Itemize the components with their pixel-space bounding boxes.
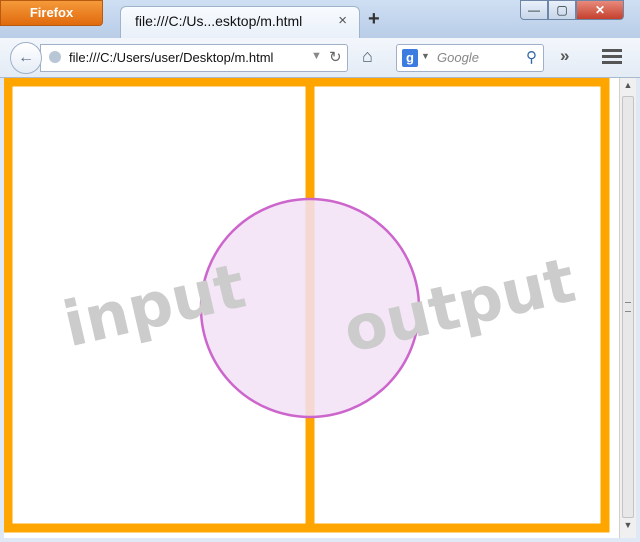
navigation-toolbar: file:///C:/Users/user/Desktop/m.html ▼ ↻… <box>0 38 640 78</box>
tab-close-icon[interactable]: × <box>338 12 347 29</box>
scroll-up-icon[interactable]: ▲ <box>620 80 636 96</box>
tab-current[interactable]: file:///C:/Us...esktop/m.html × <box>120 6 360 38</box>
title-bar: Firefox file:///C:/Us...esktop/m.html × … <box>0 0 640 38</box>
engine-dropdown-icon[interactable]: ▼ <box>421 51 430 61</box>
close-window-button[interactable]: ✕ <box>576 0 624 20</box>
history-dropdown-icon[interactable]: ▼ <box>311 50 322 62</box>
search-box[interactable]: g ▼ Google ⚲ <box>396 44 544 72</box>
home-icon[interactable]: ⌂ <box>362 46 373 67</box>
globe-icon <box>49 51 61 63</box>
url-bar[interactable]: file:///C:/Users/user/Desktop/m.html ▼ ↻ <box>40 44 348 72</box>
minimize-button[interactable]: — <box>520 0 548 20</box>
reload-icon[interactable]: ↻ <box>329 48 342 66</box>
new-tab-button[interactable]: + <box>368 8 380 31</box>
hamburger-menu-icon[interactable] <box>600 46 624 70</box>
maximize-button[interactable]: ▢ <box>548 0 576 20</box>
back-arrow-icon: ← <box>18 49 34 66</box>
firefox-menu-button[interactable]: Firefox <box>0 0 103 26</box>
bottom-edge <box>0 538 640 542</box>
grip-icon <box>625 302 631 312</box>
page-canvas: input output <box>4 78 610 533</box>
back-button[interactable]: ← <box>10 42 42 74</box>
magnifier-icon[interactable]: ⚲ <box>526 48 537 66</box>
page-content: input output <box>4 78 619 538</box>
scroll-down-icon[interactable]: ▼ <box>620 520 636 536</box>
tab-title: file:///C:/Us...esktop/m.html <box>135 13 303 29</box>
chevron-double-right-icon[interactable]: » <box>560 46 569 66</box>
vertical-scrollbar[interactable]: ▲ ▼ <box>619 78 636 538</box>
scroll-thumb[interactable] <box>622 96 634 518</box>
url-text[interactable]: file:///C:/Users/user/Desktop/m.html <box>69 50 305 65</box>
google-engine-icon[interactable]: g <box>402 49 418 67</box>
search-input[interactable]: Google <box>437 50 479 65</box>
